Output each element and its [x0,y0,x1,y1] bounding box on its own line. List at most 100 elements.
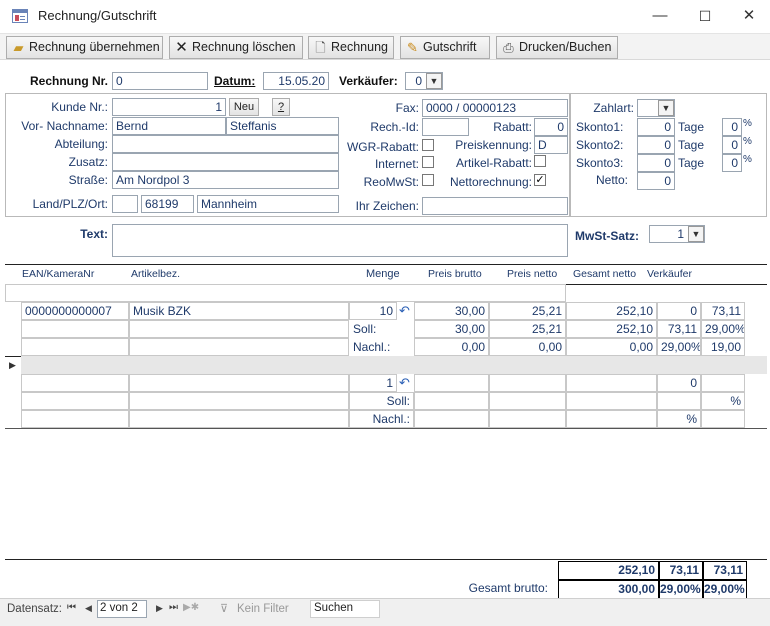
row1-verkaeufer[interactable]: 0 [657,302,701,320]
total-gesamt-netto: 252,10 [558,561,659,580]
first-record-icon[interactable]: ⏮ [67,602,76,613]
plz-field[interactable]: 68199 [141,195,194,213]
help-button[interactable]: ? [272,98,290,116]
row2-artikel[interactable] [129,374,349,392]
nachname-field[interactable]: Steffanis [226,117,339,135]
take-over-invoice-button[interactable]: ▰ Rechnung übernehmen [6,36,163,59]
rechid-field[interactable] [422,118,469,136]
row1-gesamt[interactable]: 252,10 [566,302,657,320]
netto-days-label: Netto: [595,173,628,187]
tage2-field[interactable]: 0 [722,136,742,154]
row1-soll-ean [21,320,129,338]
verkaeufer-dropdown-icon[interactable]: ▼ [426,73,442,89]
row1-netto[interactable]: 25,21 [489,302,566,320]
text-field[interactable] [112,224,568,257]
undo-icon[interactable]: ↶ [399,303,413,319]
netto-days-field[interactable]: 0 [637,172,675,190]
zusatz-field[interactable] [112,153,339,171]
fax-field[interactable]: 0000 / 00000123 [422,99,568,117]
datum-field[interactable]: 15.05.20 [263,72,329,90]
internet-checkbox[interactable] [422,156,434,168]
row2-soll-artikel [129,392,349,410]
row2-gesamt[interactable] [566,374,657,392]
skonto2-field[interactable]: 0 [637,136,675,154]
row2-verkaeufer[interactable]: 0 [657,374,701,392]
skonto3-field[interactable]: 0 [637,154,675,172]
vorname-field[interactable]: Bernd [112,117,226,135]
close-icon[interactable]: ✕ [739,6,759,26]
rechnung-nr-label: Rechnung Nr. [29,74,108,88]
new-record-icon[interactable]: ▶✱ [183,602,199,613]
print-book-button[interactable]: ⎙ Drucken/Buchen [496,36,618,59]
row2-soll-netto [489,392,566,410]
col-artikel: Artikelbez. [131,268,181,280]
percent-label: % [743,136,752,147]
col-menge: Menge [366,268,400,280]
record-selector-icon[interactable]: ▶ [9,358,19,372]
last-record-icon[interactable]: ⏭ [169,602,178,613]
wgr-rabatt-checkbox[interactable] [422,139,434,151]
nettorechnung-checkbox[interactable]: ✓ [534,174,546,186]
grid-bottom-line [5,428,767,429]
verkaeufer-label: Verkäufer: [339,74,398,88]
row2-extra[interactable] [701,374,745,392]
preiskennung-field[interactable]: D [534,136,568,154]
row2-brutto[interactable] [414,374,489,392]
rechnung-nr-field[interactable]: 0 [112,72,208,90]
form-icon [12,9,28,23]
tage3-field[interactable]: 0 [722,154,742,172]
datensatz-label: Datensatz: [7,603,62,615]
filter-icon[interactable]: ⊽ [220,602,228,615]
kunde-nr-field[interactable]: 1 [112,98,226,116]
invoice-button[interactable]: 🗋 Rechnung [308,36,394,59]
mwst-dropdown-icon[interactable]: ▼ [688,226,704,242]
rabatt-label: Rabatt: [493,120,532,134]
credit-note-button[interactable]: ✎ Gutschrift [400,36,490,59]
kein-filter-label[interactable]: Kein Filter [237,603,289,615]
land-field[interactable] [112,195,138,213]
row1-menge[interactable]: 10 [349,302,397,320]
row2-nachl-extra [701,410,745,428]
next-record-icon[interactable]: ▶ [156,603,163,614]
tage1-label: Tage [678,120,705,134]
row1-extra[interactable]: 73,11 [701,302,745,320]
strasse-field[interactable]: Am Nordpol 3 [112,171,339,189]
row2-nachl-netto [489,410,566,428]
rabatt-field[interactable]: 0 [534,118,568,136]
row1-artikel[interactable]: Musik BZK [129,302,349,320]
search-field[interactable]: Suchen [310,600,380,618]
record-number-field[interactable]: 2 von 2 [97,600,147,618]
delete-invoice-button[interactable]: ✕ Rechnung löschen [169,36,303,59]
preview-icon: 🗋 [315,40,326,55]
row1-ean[interactable]: 0000000000007 [21,302,129,320]
row2-ean[interactable] [21,374,129,392]
row2-nachl-artikel [129,410,349,428]
row2-top-strip [21,356,767,374]
rechid-label: Rech.-Id: [370,120,419,134]
text-label: Text: [80,227,108,241]
tage2-label: Tage [678,138,705,152]
row2-menge[interactable]: 1 [349,374,397,392]
row2-netto[interactable] [489,374,566,392]
window-title: Rechnung/Gutschrift [38,8,157,23]
new-customer-button[interactable]: Neu [229,98,259,116]
zahlart-dropdown-icon[interactable]: ▼ [658,100,674,116]
row1-brutto[interactable]: 30,00 [414,302,489,320]
prev-record-icon[interactable]: ◀ [85,603,92,614]
stadt-field[interactable]: Mannheim [197,195,339,213]
row1-nachl-gesamt: 0,00 [566,338,657,356]
abteilung-field[interactable] [112,135,339,153]
artikel-rabatt-checkbox[interactable] [534,155,546,167]
row2-nachl-gesamt [566,410,657,428]
tage1-field[interactable]: 0 [722,118,742,136]
maximize-icon[interactable]: ☐ [695,6,715,26]
col-gesamt-netto: Gesamt netto [573,268,637,280]
skonto1-field[interactable]: 0 [637,118,675,136]
minimize-icon[interactable]: — [650,6,670,26]
undo-icon[interactable]: ↶ [399,375,413,391]
ihrzeichen-field[interactable] [422,197,568,215]
row1-soll-netto: 25,21 [489,320,566,338]
credit-label: Gutschrift [423,40,477,54]
pencil-icon: ✎ [407,40,418,55]
reomwst-checkbox[interactable] [422,174,434,186]
